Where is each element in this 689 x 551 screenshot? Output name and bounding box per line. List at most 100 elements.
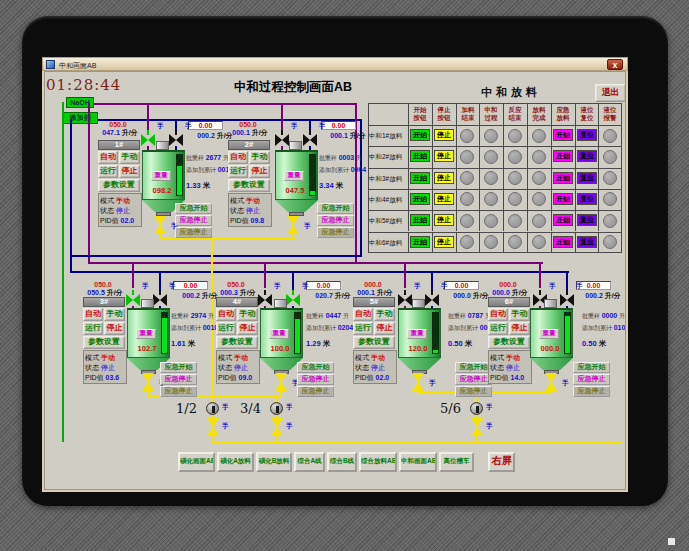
table-start-button[interactable]: 开始 xyxy=(410,150,430,162)
table-start-button[interactable]: 开始 xyxy=(410,236,430,248)
table-stop-button[interactable]: 停止 xyxy=(434,150,454,162)
unit2-emg-start-button[interactable]: 应急开始 xyxy=(317,203,354,214)
unit6-auto-button[interactable]: 自动 xyxy=(488,308,508,321)
table-emg-button[interactable]: 开始 xyxy=(553,129,573,141)
unit1-flow-actual: 047.1 升/分 xyxy=(92,128,148,136)
unit6-emg-start-button[interactable]: 应急开始 xyxy=(573,362,610,373)
table-reset-button[interactable]: 复位 xyxy=(577,172,597,184)
unit3-params-button[interactable]: 参数设置 xyxy=(83,336,125,349)
unit2-stop-button[interactable]: 停止 xyxy=(249,165,270,178)
nav-button-2[interactable]: 磺化A放料 xyxy=(217,452,254,472)
nav-button-1[interactable]: 磺化画面AB xyxy=(178,452,215,472)
table-emg-button[interactable]: 开始 xyxy=(553,193,573,205)
table-reset-button[interactable]: 复位 xyxy=(577,214,597,226)
unit1-params-button[interactable]: 参数设置 xyxy=(98,179,140,192)
table-start-button[interactable]: 开始 xyxy=(410,214,430,226)
unit6-level-fill xyxy=(565,316,570,353)
unit5-emg-stop-button[interactable]: 应急停止 xyxy=(455,374,492,385)
unit3-emg-stop-button[interactable]: 应急停止 xyxy=(160,374,197,385)
unit3-auto-button[interactable]: 自动 xyxy=(83,308,103,321)
unit1-auto-button[interactable]: 自动 xyxy=(98,151,118,164)
unit5-stop-button[interactable]: 停止 xyxy=(374,322,395,335)
unit6-stop-button[interactable]: 停止 xyxy=(509,322,530,335)
unit2-emg-stop2-button[interactable]: 应急停止 xyxy=(317,227,354,238)
nav-button-4[interactable]: 综合A线 xyxy=(294,452,325,472)
unit2-params-button[interactable]: 参数设置 xyxy=(228,179,270,192)
unit3-emg-stop2-button[interactable]: 应急停止 xyxy=(160,386,197,397)
unit1-emg-stop2-button[interactable]: 应急停止 xyxy=(175,227,212,238)
unit3-feed-valve-2-icon xyxy=(159,290,161,295)
unit6-weight-value: 000.0 xyxy=(536,344,564,352)
unit4-emg-start-button[interactable]: 应急开始 xyxy=(297,362,334,373)
unit4-stop-button[interactable]: 停止 xyxy=(237,322,258,335)
unit1-emg-start-button[interactable]: 应急开始 xyxy=(175,203,212,214)
table-stop-button[interactable]: 停止 xyxy=(434,193,454,205)
nav-button-6[interactable]: 综合放料AB xyxy=(359,452,397,472)
exit-button[interactable]: 退出 xyxy=(595,84,626,102)
table-reset-button[interactable]: 复位 xyxy=(577,236,597,248)
table-reset-button[interactable]: 复位 xyxy=(577,150,597,162)
table-reset-button[interactable]: 复位 xyxy=(577,193,597,205)
unit4-manual-button[interactable]: 手动 xyxy=(237,308,258,321)
unit3-run-button[interactable]: 运行 xyxy=(83,322,103,335)
unit5-emg-start-button[interactable]: 应急开始 xyxy=(455,362,492,373)
table-start-button[interactable]: 开始 xyxy=(410,193,430,205)
pipe xyxy=(264,262,266,288)
unit5-drain-valve-icon xyxy=(412,382,424,391)
pipe xyxy=(566,271,568,290)
nav-button-8[interactable]: 高位槽车 xyxy=(439,452,474,472)
unit2-run-button[interactable]: 运行 xyxy=(228,165,248,178)
nav-button-7[interactable]: 中和画面AB xyxy=(399,452,437,472)
unit4-run-button[interactable]: 运行 xyxy=(216,322,236,335)
table-start-button[interactable]: 开始 xyxy=(410,172,430,184)
unit5-feed-valve-1-icon xyxy=(404,290,406,295)
unit4-params-button[interactable]: 参数设置 xyxy=(216,336,258,349)
unit1-stop-button[interactable]: 停止 xyxy=(119,165,140,178)
unit3-manual-button[interactable]: 手动 xyxy=(104,308,125,321)
nav-button-9[interactable]: 右屏 xyxy=(488,452,515,472)
table-stop-button[interactable]: 停止 xyxy=(434,236,454,248)
table-emg-button[interactable]: 开始 xyxy=(553,214,573,226)
table-stop-button[interactable]: 停止 xyxy=(434,172,454,184)
unit5-feed-valve-1-icon xyxy=(405,294,412,306)
unit2-emg-stop-button[interactable]: 应急停止 xyxy=(317,215,354,226)
unit5-run-button[interactable]: 运行 xyxy=(353,322,373,335)
table-reset-button[interactable]: 复位 xyxy=(577,129,597,141)
unit1-run-button[interactable]: 运行 xyxy=(98,165,118,178)
unit6-additive-text: 添加剂累计 0106 升 xyxy=(582,323,626,331)
table-header-text: 加料结束 xyxy=(456,106,480,122)
unit4-emg-stop2-button[interactable]: 应急停止 xyxy=(297,386,334,397)
table-emg-button[interactable]: 开始 xyxy=(553,150,573,162)
close-button[interactable]: x xyxy=(607,59,623,70)
unit4-auto-button[interactable]: 自动 xyxy=(216,308,236,321)
unit1-info-text: 模式 手动状态 停止PID值 02.0 xyxy=(100,195,142,225)
table-stop-button[interactable]: 停止 xyxy=(434,129,454,141)
unit1-manual-button[interactable]: 手动 xyxy=(119,151,140,164)
unit1-emg-stop-button[interactable]: 应急停止 xyxy=(175,215,212,226)
unit6-manual-button[interactable]: 手动 xyxy=(509,308,530,321)
unit6-run-button[interactable]: 运行 xyxy=(488,322,508,335)
unit6-params-button[interactable]: 参数设置 xyxy=(488,336,530,349)
table-start-button[interactable]: 开始 xyxy=(410,129,430,141)
unit5-emg-stop2-button[interactable]: 应急停止 xyxy=(455,386,492,397)
unit5-auto-button[interactable]: 自动 xyxy=(353,308,373,321)
table-header-text: 放料完成 xyxy=(527,106,551,122)
pump-group-label: 5/6 xyxy=(440,401,461,416)
unit2-manual-button[interactable]: 手动 xyxy=(249,151,270,164)
unit5-manual-button[interactable]: 手动 xyxy=(374,308,395,321)
pump-hand-label: 手 xyxy=(222,403,230,411)
table-emg-button[interactable]: 开始 xyxy=(553,236,573,248)
nav-button-5[interactable]: 综合B线 xyxy=(327,452,357,472)
unit4-emg-stop-button[interactable]: 应急停止 xyxy=(297,374,334,385)
unit6-emg-stop-button[interactable]: 应急停止 xyxy=(573,374,610,385)
unit3-hand-label: 手 xyxy=(169,282,177,290)
unit3-emg-start-button[interactable]: 应急开始 xyxy=(160,362,197,373)
nav-button-3[interactable]: 磺化B放料 xyxy=(256,452,292,472)
unit4-header: 4# xyxy=(216,297,258,307)
unit5-params-button[interactable]: 参数设置 xyxy=(353,336,395,349)
unit6-emg-stop2-button[interactable]: 应急停止 xyxy=(573,386,610,397)
table-emg-button[interactable]: 开始 xyxy=(553,172,573,184)
unit3-stop-button[interactable]: 停止 xyxy=(104,322,125,335)
table-stop-button[interactable]: 停止 xyxy=(434,214,454,226)
unit2-auto-button[interactable]: 自动 xyxy=(228,151,248,164)
